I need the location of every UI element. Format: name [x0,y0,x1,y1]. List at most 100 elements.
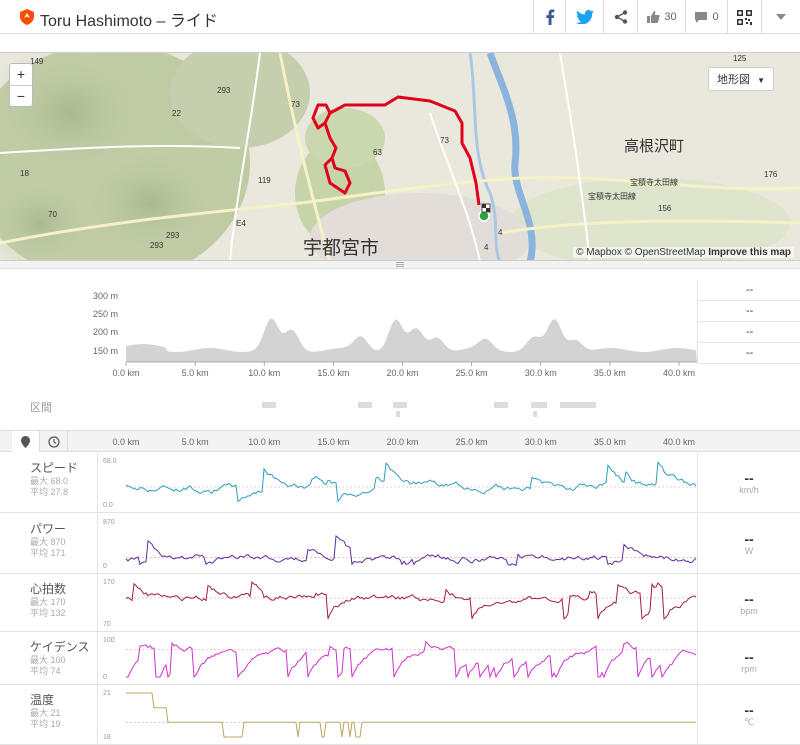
map-resize-handle[interactable] [0,261,800,269]
stream-y-max: 100 [103,637,115,644]
stream-y-min: 0 [103,563,107,570]
road-label: 70 [48,210,57,219]
elevation-y-tick: 200 m [93,327,118,337]
side-value: -- [698,322,800,343]
stream-max: 最大 21 [30,708,61,718]
mapbox-attribution-link[interactable]: © Mapbox [576,247,622,258]
stream-unit: bpm [740,606,758,616]
activity-header: Toru Hashimoto – ライド 30 0 [0,0,800,34]
road-label: 156 [658,204,672,213]
stream-row[interactable]: 温度 最大 21 平均 19 21 18 -- ℃ [0,685,800,745]
stream-value: -- [744,702,754,718]
elevation-y-tick: 300 m [93,291,118,301]
rail-label: 宝積寺太田線 [630,178,678,187]
page-title: Toru Hashimoto – ライド [40,13,218,30]
road-label: 4 [484,243,489,252]
side-value: -- [698,343,800,364]
segment-bar[interactable] [531,402,547,408]
kudos-button[interactable]: 30 [637,0,685,34]
stream-max: 最大 68.0 [30,476,69,486]
stream-current-value: -- km/h [697,453,800,512]
elevation-x-tick: 25.0 km [456,368,488,378]
stream-current-value: -- rpm [697,632,800,684]
stream-row[interactable]: ケイデンス 最大 100 平均 74 100 0 -- rpm [0,632,800,685]
stream-row[interactable]: 心拍数 最大 170 平均 132 170 70 -- bpm [0,574,800,632]
map-canvas [0,53,800,260]
stream-y-max: 68.0 [103,458,117,465]
zoom-in-button[interactable]: + [10,64,32,85]
road-label: 125 [733,54,747,63]
segment-bar[interactable] [393,402,407,408]
kudos-count: 30 [664,11,677,23]
map-attribution: © Mapbox © OpenStreetMap Improve this ma… [573,247,794,258]
facebook-share-button[interactable] [533,0,565,34]
segment-bar[interactable] [560,402,596,408]
more-menu-button[interactable] [761,0,800,34]
twitter-share-button[interactable] [565,0,603,34]
map-type-dropdown[interactable]: 地形図 ▼ [708,67,774,91]
elevation-x-tick: 5.0 km [182,368,209,378]
elevation-x-tick: 40.0 km [663,368,695,378]
map-type-label: 地形図 [717,74,751,86]
distance-axis: 0.0 km 5.0 km 10.0 km 15.0 km 20.0 km 25.0 km… [112,437,695,447]
stream-line [126,692,696,738]
road-label: 293 [217,86,231,95]
stream-label: ケイデンス 最大 100 平均 74 [0,632,98,684]
stream-avg: 平均 74 [30,666,61,676]
strava-shield-icon [20,9,34,25]
stream-row[interactable]: スピード 最大 68.0 平均 27.8 68.0 0.0 -- km/h [0,453,800,513]
stream-name: 温度 [30,693,55,707]
stream-max: 最大 870 [30,537,66,547]
stream-label: スピード 最大 68.0 平均 27.8 [0,453,98,512]
comments-button[interactable]: 0 [685,0,727,34]
qr-code-button[interactable] [727,0,761,34]
stream-y-min: 70 [103,621,111,628]
comment-count: 0 [712,11,719,23]
qr-code-icon [737,9,752,25]
segment-bar[interactable] [396,411,400,417]
elevation-x-tick: 10.0 km [248,368,280,378]
segment-bar[interactable] [358,402,372,408]
route-map[interactable]: 宇都宮市 高根沢町 293 293 293 22 70 119 73 73 63… [0,52,800,261]
road-label: 176 [764,170,778,179]
stream-line [126,640,697,679]
stream-max: 最大 100 [30,655,66,665]
stream-axis-tick: 10.0 km [248,437,280,447]
caret-down-icon: ▼ [757,76,765,85]
elevation-side-values: -- -- -- -- [697,280,800,364]
stream-current-value: -- ℃ [697,685,800,744]
share-button[interactable] [603,0,637,34]
zoom-out-button[interactable]: − [10,85,32,106]
road-label: 63 [373,148,382,157]
segment-bar[interactable] [494,402,508,408]
chevron-down-icon [776,14,786,20]
stream-axis-tick: 15.0 km [317,437,349,447]
stream-chart: 870 0 [103,519,697,570]
segments-label: 区間 [30,402,52,414]
segment-bar[interactable] [262,402,276,408]
twitter-icon [575,10,594,24]
stream-avg: 平均 27.8 [30,487,69,497]
stream-chart: 170 70 [103,579,697,628]
stream-avg: 平均 19 [30,719,61,729]
stream-y-max: 21 [103,690,111,697]
elevation-x-tick: 15.0 km [317,368,349,378]
osm-attribution-link[interactable]: © OpenStreetMap [625,247,706,258]
road-label: 293 [150,241,164,250]
elevation-x-tick: 35.0 km [594,368,626,378]
elevation-chart[interactable]: 300 m 250 m 200 m 150 m 0.0 km 5.0 km 10.0 km… [0,270,800,390]
elevation-x-tick: 20.0 km [387,368,419,378]
stream-name: スピード [30,461,79,475]
stream-y-min: 0.0 [103,502,113,509]
stream-row[interactable]: パワー 最大 870 平均 171 870 0 -- W [0,514,800,574]
stream-value: -- [744,470,754,486]
stream-current-value: -- W [697,514,800,573]
segment-bar[interactable] [533,411,537,417]
road-label: 22 [172,109,181,118]
drag-handle-icon [396,262,404,267]
improve-map-link[interactable]: Improve this map [708,247,791,258]
side-value: -- [698,301,800,322]
stream-value: -- [744,591,754,607]
thumbs-up-icon [647,11,661,23]
road-label: 293 [166,231,180,240]
